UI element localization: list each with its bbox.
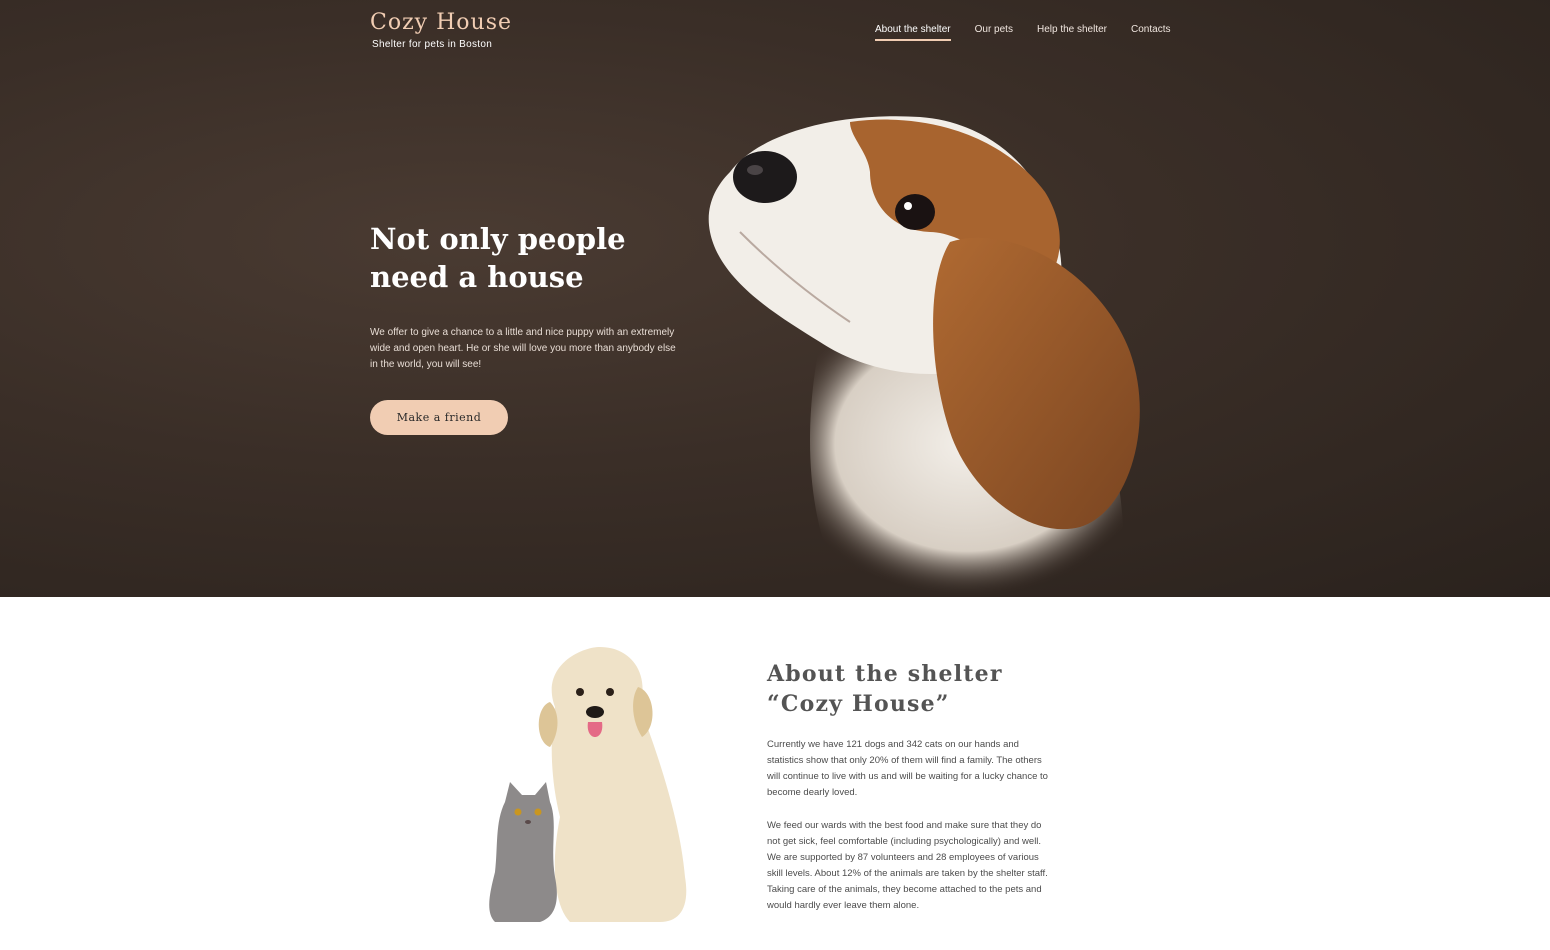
beagle-puppy-image xyxy=(708,116,1140,597)
logo-title[interactable]: Cozy House xyxy=(370,10,512,35)
logo[interactable]: Cozy House Shelter for pets in Boston xyxy=(370,10,512,50)
about-section: About the shelter “Cozy House” Currently… xyxy=(0,597,1550,950)
hero-title: Not only people need a house xyxy=(370,220,690,296)
nav-help-shelter[interactable]: Help the shelter xyxy=(1037,24,1107,41)
about-title-line2: “Cozy House” xyxy=(767,691,950,717)
about-title: About the shelter “Cozy House” xyxy=(767,659,1067,719)
about-title-line1: About the shelter xyxy=(767,661,1003,687)
hero-description: We offer to give a chance to a little an… xyxy=(370,327,676,370)
nav-about-shelter[interactable]: About the shelter xyxy=(875,24,951,41)
nav-our-pets[interactable]: Our pets xyxy=(975,24,1013,41)
main-nav: About the shelter Our pets Help the shel… xyxy=(875,24,1170,41)
about-paragraph-1: Currently we have 121 dogs and 342 cats … xyxy=(767,739,1048,798)
logo-subtitle: Shelter for pets in Boston xyxy=(372,39,493,50)
about-paragraph-2: We feed our wards with the best food and… xyxy=(767,820,1048,911)
hero-title-line2: need a house xyxy=(370,260,584,294)
make-a-friend-button[interactable]: Make a friend xyxy=(370,400,508,435)
hero-title-line1: Not only people xyxy=(370,222,626,256)
dog-and-cat-image xyxy=(489,647,687,922)
nav-contacts[interactable]: Contacts xyxy=(1131,24,1170,41)
hero-section: Cozy House Shelter for pets in Boston Ab… xyxy=(0,0,1550,597)
